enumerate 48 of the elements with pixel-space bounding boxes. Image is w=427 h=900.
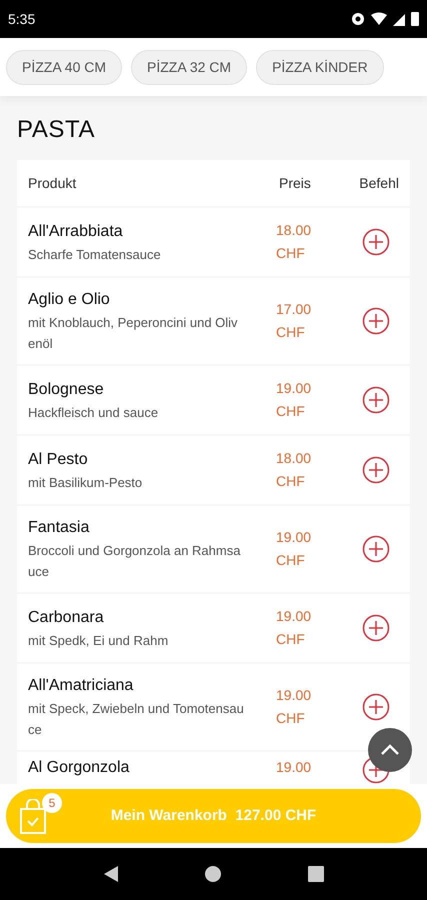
dish-name: All'Arrabbiata	[28, 222, 123, 242]
add-icon[interactable]	[362, 386, 390, 414]
dish-description: Scharfe Tomatensauce	[28, 246, 162, 264]
battery-icon	[411, 12, 419, 26]
dish-name: Bolognese	[28, 380, 104, 400]
column-header: Preis	[279, 174, 312, 192]
dish-name: Al Pesto	[28, 450, 88, 470]
dish-description: Broccoli und Gorgonzola an Rahmsauce	[28, 542, 242, 581]
dish-name: All'Amatriciana	[28, 676, 134, 696]
add-icon[interactable]	[362, 456, 390, 484]
dish-name: Al Gorgonzola	[28, 758, 130, 778]
column-header: Befehl	[358, 174, 399, 192]
add-icon[interactable]	[362, 693, 390, 721]
category-chip[interactable]: PİZZA 40 CM	[6, 50, 122, 84]
add-icon[interactable]	[362, 614, 390, 642]
dish-description: mit Speck, Zwiebeln und Tomotensauce	[28, 700, 244, 739]
status-time: 5:35	[8, 10, 36, 28]
dish-description: mit Knoblauch, Peperoncini und Olivenöl	[28, 314, 239, 353]
add-icon[interactable]	[362, 228, 390, 256]
dish-description: mit Basilikum-Pesto	[28, 474, 144, 492]
column-header: Produkt	[28, 174, 78, 192]
section-title: PASTA	[17, 115, 96, 145]
shopping-bag-icon	[18, 799, 48, 835]
dish-name: Carbonara	[28, 608, 104, 628]
signal-icon	[393, 12, 405, 26]
dish-price: 19.00	[276, 758, 312, 777]
dish-name: Aglio e Olio	[28, 290, 110, 310]
dish-price: 19.00 CHF	[276, 528, 312, 570]
home-icon[interactable]	[204, 865, 222, 883]
cart-count-badge: 5	[42, 793, 62, 813]
dish-price: 19.00 CHF	[276, 686, 312, 728]
dish-price: 18.00 CHF	[276, 221, 312, 263]
dish-price: 18.00 CHF	[276, 449, 312, 491]
add-icon[interactable]	[362, 535, 390, 563]
category-chip[interactable]: PİZZA KİNDER	[256, 50, 384, 84]
dish-description: Hackfleisch und sauce	[28, 404, 160, 422]
add-icon[interactable]	[362, 307, 390, 335]
wifi-icon	[371, 12, 387, 26]
back-icon[interactable]	[102, 865, 120, 883]
chevron-up-icon	[380, 744, 400, 756]
eye-icon	[351, 12, 365, 26]
category-chip[interactable]: PİZZA 32 CM	[131, 50, 248, 84]
dish-price: 19.00 CHF	[276, 607, 312, 649]
dish-name: Fantasia	[28, 518, 90, 538]
dish-description: mit Spedk, Ei und Rahm	[28, 632, 170, 650]
recents-icon[interactable]	[306, 865, 325, 883]
dish-price: 19.00 CHF	[276, 379, 312, 421]
dish-price: 17.00 CHF	[276, 300, 312, 342]
